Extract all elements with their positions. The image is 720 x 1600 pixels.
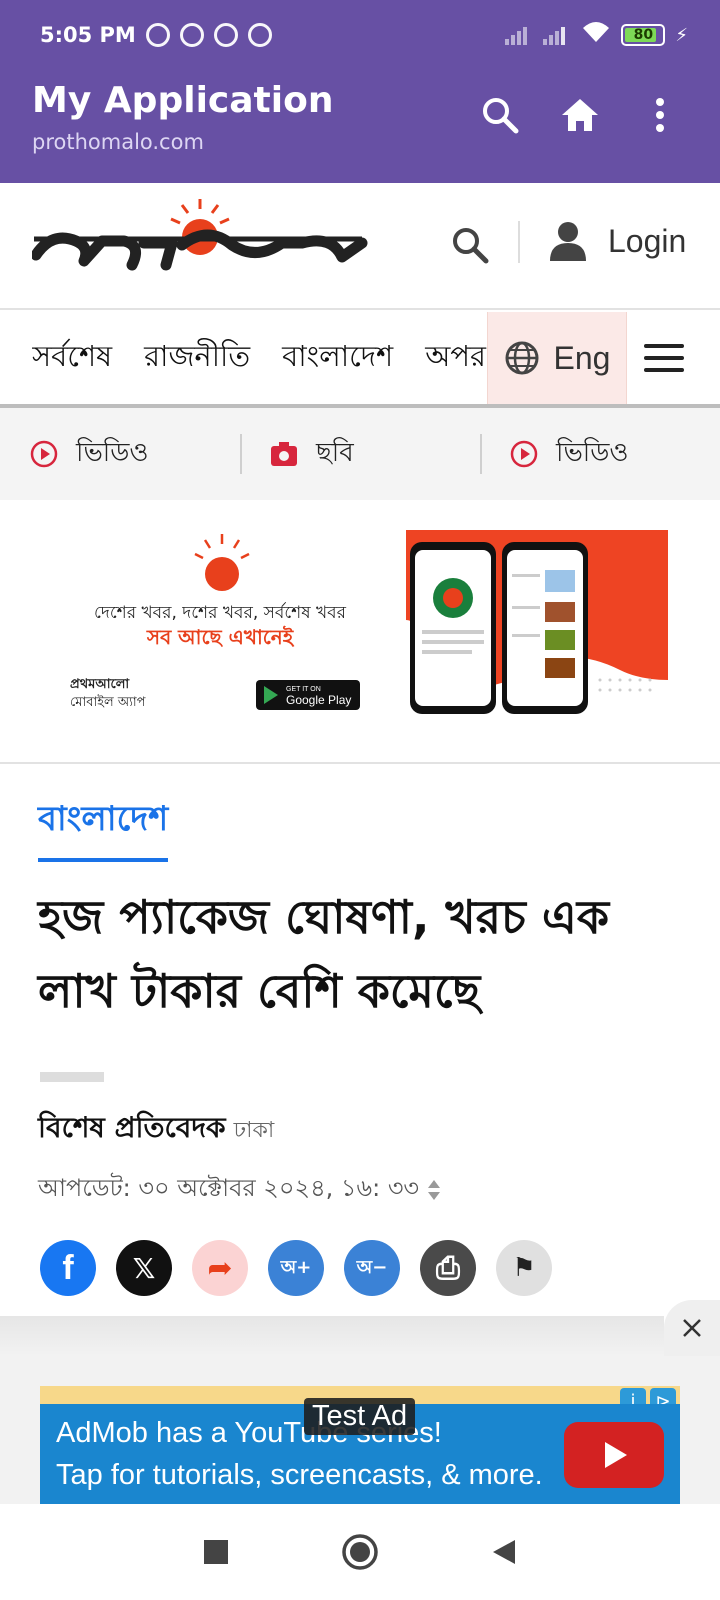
test-ad-badge: Test Ad <box>304 1398 416 1435</box>
sort-toggle-icon <box>428 1180 441 1200</box>
section-nav: সর্বশেষ রাজনীতি বাংলাদেশ অপর Eng <box>0 312 720 408</box>
signal-icon <box>505 25 533 45</box>
system-navigation-bar <box>0 1504 720 1600</box>
media-item-video[interactable]: ভিডিও <box>480 408 720 500</box>
globe-icon <box>505 341 539 375</box>
app-title: My Application <box>32 80 334 121</box>
recents-icon[interactable] <box>203 1539 229 1565</box>
battery-level: 80 <box>633 27 654 43</box>
nav-item-crime[interactable]: অপর <box>425 334 486 383</box>
charging-icon: ⚡ <box>675 24 688 46</box>
store-small: GET IT ON <box>286 686 321 693</box>
app-subtitle: prothomalo.com <box>32 130 204 154</box>
hamburger-menu-icon[interactable] <box>644 340 684 376</box>
play-circle-icon <box>30 440 58 468</box>
x-share-button[interactable]: 𝕏 <box>116 1240 172 1296</box>
language-label: Eng <box>553 339 611 376</box>
app-bar: 5:05 PM 80 ⚡ My Application prothomalo.c… <box>0 0 720 183</box>
login-label: Login <box>608 222 687 259</box>
divider <box>0 762 720 764</box>
wifi-icon <box>581 20 611 50</box>
media-item-photo[interactable]: ছবি <box>240 408 480 500</box>
share-bar: f 𝕏 ➦ অ+ অ− ⎙ ⚑ <box>40 1240 552 1296</box>
camera-icon <box>271 442 297 466</box>
section-tag[interactable]: বাংলাদেশ <box>38 793 169 862</box>
font-increase-icon: অ+ <box>280 1256 312 1278</box>
article-headline: হজ প্যাকেজ ঘোষণা, খরচ এক লাখ টাকার বেশি … <box>38 890 610 1018</box>
home-button-icon[interactable] <box>341 1533 379 1571</box>
updated-text: আপডেট: ৩০ অক্টোবর ২০২৪, ১৬: ৩৩ <box>38 1174 420 1202</box>
nav-item-politics[interactable]: রাজনীতি <box>144 334 250 383</box>
search-icon[interactable] <box>480 95 520 135</box>
login-button[interactable]: Login <box>550 221 686 261</box>
facebook-icon: f <box>62 1248 74 1287</box>
language-toggle[interactable]: Eng <box>487 312 627 404</box>
banner-app-label-2: মোবাইল অ্যাপ <box>70 694 146 710</box>
site-search-icon[interactable] <box>448 223 492 267</box>
status-bar-right: 80 ⚡ <box>505 20 688 50</box>
play-circle-icon <box>510 440 538 468</box>
notification-icon <box>213 23 238 47</box>
status-time: 5:05 PM <box>40 23 136 47</box>
author: বিশেষ প্রতিবেদক <box>38 1111 226 1144</box>
media-item-label: ভিডিও <box>556 438 629 468</box>
app-promo-banner[interactable]: দেশের খবর, দশের খবর, সর্বশেষ খবর সব আছে … <box>40 530 680 722</box>
facebook-share-button[interactable]: f <box>40 1240 96 1296</box>
notification-icon <box>179 23 204 47</box>
store-big: Google Play <box>286 693 351 707</box>
nav-item-bangladesh[interactable]: বাংলাদেশ <box>282 334 393 383</box>
banner-line1: দেশের খবর, দশের খবর, সর্বশেষ খবর <box>94 602 347 623</box>
share-icon: ➦ <box>207 1250 233 1286</box>
back-icon[interactable] <box>491 1538 517 1566</box>
print-button[interactable]: ⎙ <box>420 1240 476 1296</box>
media-strip: ভিডিও ছবি ভিডিও <box>0 408 720 500</box>
print-icon: ⎙ <box>436 1250 460 1286</box>
home-icon[interactable] <box>560 95 600 135</box>
media-item-label: ছবি <box>316 438 354 468</box>
status-bar-left: 5:05 PM <box>40 20 272 50</box>
site-header: Login <box>0 183 720 310</box>
user-icon <box>550 222 586 261</box>
battery-icon: 80 <box>621 24 666 46</box>
notification-icon <box>247 23 272 47</box>
ad-close-button[interactable] <box>664 1300 720 1356</box>
bookmark-button[interactable]: ⚑ <box>496 1240 552 1296</box>
app-actions <box>480 95 680 135</box>
nav-item-latest[interactable]: সর্বশেষ <box>32 334 112 383</box>
ad-shadow <box>0 1316 664 1356</box>
byline: বিশেষ প্রতিবেদক ঢাকা <box>38 1106 274 1153</box>
x-icon: 𝕏 <box>132 1251 156 1285</box>
divider <box>40 1072 104 1082</box>
media-item-label: ভিডিও <box>76 438 149 468</box>
updated-time[interactable]: আপডেট: ৩০ অক্টোবর ২০২৪, ১৬: ৩৩ <box>38 1170 441 1210</box>
youtube-icon <box>564 1422 664 1488</box>
share-button[interactable]: ➦ <box>192 1240 248 1296</box>
location: ঢাকা <box>233 1118 275 1143</box>
close-icon <box>683 1319 701 1337</box>
header-divider <box>518 221 520 263</box>
media-item-video[interactable]: ভিডিও <box>0 408 240 500</box>
alarm-icon <box>145 23 170 47</box>
signal-icon <box>543 25 571 45</box>
prothom-alo-logo[interactable] <box>30 195 372 295</box>
font-decrease-icon: অ− <box>356 1256 388 1278</box>
font-increase-button[interactable]: অ+ <box>268 1240 324 1296</box>
font-decrease-button[interactable]: অ− <box>344 1240 400 1296</box>
banner-app-label-1: প্রথমআলো <box>70 677 130 692</box>
banner-line2: সব আছে এখানেই <box>146 625 295 649</box>
nav-items: সর্বশেষ রাজনীতি বাংলাদেশ অপর <box>32 312 487 404</box>
more-vert-icon[interactable] <box>640 95 680 135</box>
bookmark-icon: ⚑ <box>512 1253 536 1283</box>
